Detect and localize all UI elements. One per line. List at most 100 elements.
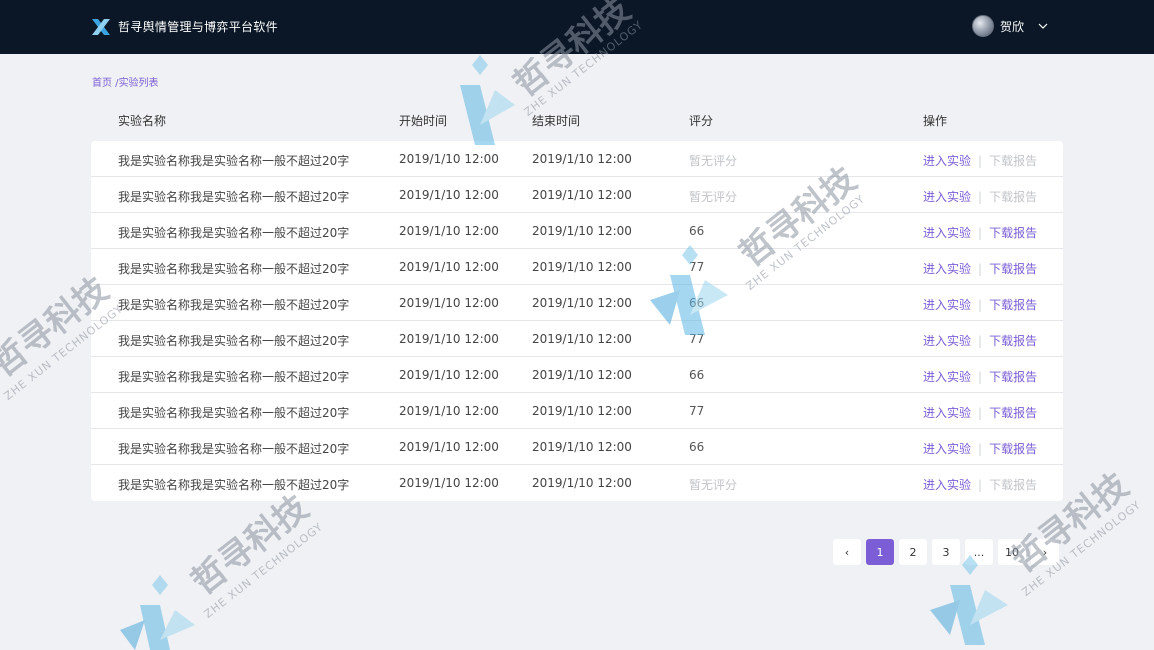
table-row: 我是实验名称我是实验名称一般不超过20字 2019/1/10 12:00 2019/… [91,321,1063,357]
download-report-link[interactable]: 下载报告 [989,334,1037,348]
breadcrumb-home[interactable]: 首页 [92,78,112,89]
app-title: 哲寻舆情管理与博弈平台软件 [118,20,278,34]
brand-logo-icon [92,18,110,35]
start-time: 2019/1/10 12:00 [399,368,499,382]
download-report-link[interactable]: 下载报告 [989,442,1037,456]
watermark-logo-icon [120,575,195,650]
end-time: 2019/1/10 12:00 [532,440,632,454]
experiment-name: 我是实验名称我是实验名称一般不超过20字 [118,226,350,240]
enter-experiment-link[interactable]: 进入实验 [923,226,971,240]
enter-experiment-link[interactable]: 进入实验 [923,406,971,420]
start-time: 2019/1/10 12:00 [399,476,499,490]
experiment-name: 我是实验名称我是实验名称一般不超过20字 [118,370,350,384]
table-row: 我是实验名称我是实验名称一般不超过20字 2019/1/10 12:00 2019/… [91,393,1063,429]
download-report-link: 下载报告 [989,190,1038,204]
score: 66 [689,224,705,238]
watermark-logo-icon [460,55,515,145]
end-time: 2019/1/10 12:00 [532,296,632,310]
prev-page-button[interactable]: ‹ [833,539,861,565]
row-actions: 进入实验 | 下载报告 [923,260,1037,277]
row-actions: 进入实验 | 下载报告 [923,188,1037,205]
user-name: 贺欣 [1000,19,1025,34]
avatar[interactable] [972,15,994,37]
download-report-link[interactable]: 下载报告 [989,406,1037,420]
download-report-link[interactable]: 下载报告 [989,298,1037,312]
experiment-name: 我是实验名称我是实验名称一般不超过20字 [118,190,350,204]
page-button-1[interactable]: 1 [866,539,894,565]
action-divider: | [978,226,983,240]
enter-experiment-link[interactable]: 进入实验 [923,154,971,168]
start-time: 2019/1/10 12:00 [399,440,499,454]
row-actions: 进入实验 | 下载报告 [923,476,1037,493]
end-time: 2019/1/10 12:00 [532,152,632,166]
enter-experiment-link[interactable]: 进入实验 [923,298,971,312]
row-actions: 进入实验 | 下载报告 [923,332,1037,349]
score: 77 [689,332,705,346]
row-actions: 进入实验 | 下载报告 [923,224,1037,241]
enter-experiment-link[interactable]: 进入实验 [923,370,971,384]
start-time: 2019/1/10 12:00 [399,404,499,418]
action-divider: | [978,370,983,384]
action-divider: | [978,406,983,420]
action-divider: | [978,298,983,312]
row-actions: 进入实验 | 下载报告 [923,404,1037,421]
experiment-name: 我是实验名称我是实验名称一般不超过20字 [118,442,350,456]
next-page-button[interactable]: › [1031,539,1059,565]
table-row: 我是实验名称我是实验名称一般不超过20字 2019/1/10 12:00 2019/… [91,429,1063,465]
download-report-link[interactable]: 下载报告 [989,226,1037,240]
start-time: 2019/1/10 12:00 [399,260,499,274]
top-navbar: 哲寻舆情管理与博弈平台软件 贺欣 [0,0,1154,54]
row-actions: 进入实验 | 下载报告 [923,296,1037,313]
experiment-name: 我是实验名称我是实验名称一般不超过20字 [118,154,350,168]
table-row: 我是实验名称我是实验名称一般不超过20字 2019/1/10 12:00 2019/… [91,465,1063,501]
column-header-start: 开始时间 [399,114,448,128]
brand[interactable]: 哲寻舆情管理与博弈平台软件 [92,18,278,35]
table-row: 我是实验名称我是实验名称一般不超过20字 2019/1/10 12:00 2019/… [91,177,1063,213]
table-row: 我是实验名称我是实验名称一般不超过20字 2019/1/10 12:00 2019/… [91,141,1063,177]
chevron-down-icon[interactable] [1038,21,1048,31]
page-button-10[interactable]: 10 [998,539,1026,565]
page-button-3[interactable]: 3 [932,539,960,565]
watermark-sub: ZHE XUN TECHNOLOGY [201,520,326,621]
user-menu[interactable]: 贺欣 [972,15,1048,37]
download-report-link: 下载报告 [989,478,1038,492]
page-button-2[interactable]: 2 [899,539,927,565]
page-ellipsis[interactable]: ... [965,539,993,565]
table-row: 我是实验名称我是实验名称一般不超过20字 2019/1/10 12:00 2019/… [91,357,1063,393]
start-time: 2019/1/10 12:00 [399,224,499,238]
score: 77 [689,260,705,274]
start-time: 2019/1/10 12:00 [399,152,499,166]
enter-experiment-link[interactable]: 进入实验 [923,334,971,348]
enter-experiment-link[interactable]: 进入实验 [923,190,971,204]
start-time: 2019/1/10 12:00 [399,188,499,202]
action-divider: | [978,262,983,276]
table-row: 我是实验名称我是实验名称一般不超过20字 2019/1/10 12:00 2019/… [91,213,1063,249]
table-row: 我是实验名称我是实验名称一般不超过20字 2019/1/10 12:00 2019/… [91,285,1063,321]
score: 77 [689,404,705,418]
score: 暂无评分 [689,154,738,168]
score: 暂无评分 [689,478,738,492]
end-time: 2019/1/10 12:00 [532,476,632,490]
enter-experiment-link[interactable]: 进入实验 [923,442,971,456]
watermark-logo-icon [930,555,1008,645]
action-divider: | [978,190,983,204]
start-time: 2019/1/10 12:00 [399,296,499,310]
enter-experiment-link[interactable]: 进入实验 [923,262,971,276]
breadcrumb: 首页 /实验列表 [92,74,159,89]
experiment-name: 我是实验名称我是实验名称一般不超过20字 [118,298,350,312]
download-report-link[interactable]: 下载报告 [989,370,1037,384]
end-time: 2019/1/10 12:00 [532,332,632,346]
table-row: 我是实验名称我是实验名称一般不超过20字 2019/1/10 12:00 2019/… [91,249,1063,285]
download-report-link[interactable]: 下载报告 [989,262,1037,276]
experiment-name: 我是实验名称我是实验名称一般不超过20字 [118,406,350,420]
action-divider: | [978,478,983,492]
end-time: 2019/1/10 12:00 [532,224,632,238]
end-time: 2019/1/10 12:00 [532,368,632,382]
column-header-score: 评分 [689,114,714,128]
breadcrumb-current: 实验列表 [118,78,159,89]
score: 暂无评分 [689,190,738,204]
enter-experiment-link[interactable]: 进入实验 [923,478,971,492]
end-time: 2019/1/10 12:00 [532,260,632,274]
action-divider: | [978,442,983,456]
experiment-name: 我是实验名称我是实验名称一般不超过20字 [118,478,350,492]
